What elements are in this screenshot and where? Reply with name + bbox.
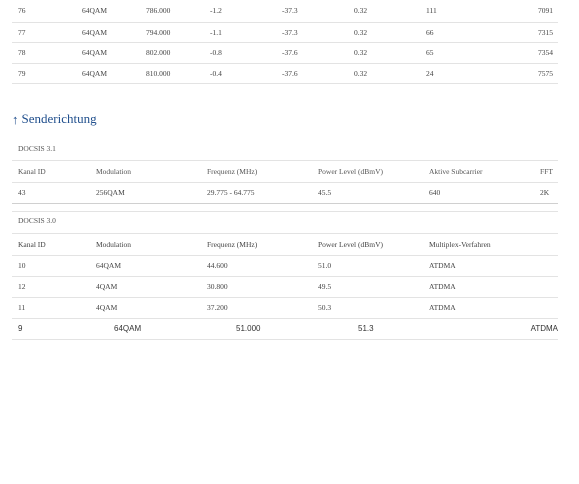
correctable-errors: 24 xyxy=(426,68,434,78)
column-header: Kanal ID xyxy=(18,239,46,249)
channel-id: 79 xyxy=(18,68,26,78)
uncorrectable-errors: 7575 xyxy=(538,68,553,78)
column-header: Aktive Subcarrier xyxy=(429,166,483,176)
column-header: Power Level (dBmV) xyxy=(318,239,383,249)
column-header: Power Level (dBmV) xyxy=(318,166,383,176)
power-level: -0.4 xyxy=(210,68,222,78)
modulation: 64QAM xyxy=(82,27,108,37)
table-row: 76 64QAM 786.000 -1.2 -37.3 0.32 111 709… xyxy=(12,0,558,22)
column-header: Frequenz (MHz) xyxy=(207,166,258,176)
power-level: 51.3 xyxy=(358,324,374,334)
latency: 0.32 xyxy=(354,48,368,58)
docsis31-block: DOCSIS 3.1 Kanal ID Modulation Frequenz … xyxy=(12,141,558,204)
table-row: 12 4QAM 30.800 49.5 ATDMA xyxy=(12,276,558,297)
column-header: Modulation xyxy=(96,166,131,176)
modulation: 64QAM xyxy=(82,68,108,78)
column-header: Modulation xyxy=(96,239,131,249)
section-title-text: Senderichtung xyxy=(21,111,97,126)
docsis30-label: DOCSIS 3.0 xyxy=(12,211,558,234)
modulation: 64QAM xyxy=(114,324,142,334)
mse: -37.3 xyxy=(282,6,298,16)
table-header-row: Kanal ID Modulation Frequenz (MHz) Power… xyxy=(12,161,558,182)
frequency: 786.000 xyxy=(146,6,171,16)
column-header: Frequenz (MHz) xyxy=(207,239,258,249)
mse: -37.6 xyxy=(282,68,298,78)
channel-id: 77 xyxy=(18,27,26,37)
modulation: 64QAM xyxy=(82,6,108,16)
frequency: 51.000 xyxy=(236,324,261,334)
modulation: 4QAM xyxy=(96,303,118,312)
table-row: 11 4QAM 37.200 50.3 ATDMA xyxy=(12,297,558,318)
docsis30-table: Kanal ID Modulation Frequenz (MHz) Power… xyxy=(12,234,558,319)
frequency: 29.775 - 64.775 xyxy=(207,188,255,197)
section-title: ↑ Senderichtung xyxy=(12,111,97,127)
power-level: -0.8 xyxy=(210,48,222,58)
fft: 2K xyxy=(540,188,550,197)
frequency: 37.200 xyxy=(207,303,228,312)
frequency: 810.000 xyxy=(146,68,171,78)
multiplex-method: ATDMA xyxy=(429,261,456,270)
correctable-errors: 65 xyxy=(426,48,434,58)
multiplex-method: ATDMA xyxy=(530,324,558,334)
power-level: -1.1 xyxy=(210,27,222,37)
table-header-row: Kanal ID Modulation Frequenz (MHz) Power… xyxy=(12,234,558,255)
correctable-errors: 111 xyxy=(426,6,437,16)
uncorrectable-errors: 7315 xyxy=(538,27,553,37)
active-subcarrier: 640 xyxy=(429,188,441,197)
column-header: Multiplex-Verfahren xyxy=(429,239,491,249)
correctable-errors: 66 xyxy=(426,27,434,37)
downstream-table-wrapper: 76 64QAM 786.000 -1.2 -37.3 0.32 111 709… xyxy=(12,0,558,84)
frequency: 44.600 xyxy=(207,261,228,270)
channel-id: 43 xyxy=(18,188,26,197)
power-level: 49.5 xyxy=(318,282,332,291)
downstream-table: 76 64QAM 786.000 -1.2 -37.3 0.32 111 709… xyxy=(12,0,558,84)
mse: -37.6 xyxy=(282,48,298,58)
modulation: 64QAM xyxy=(96,261,122,270)
table-row: 77 64QAM 794.000 -1.1 -37.3 0.32 66 7315 xyxy=(12,22,558,43)
table-row: 78 64QAM 802.000 -0.8 -37.6 0.32 65 7354 xyxy=(12,43,558,63)
frequency: 30.800 xyxy=(207,282,228,291)
latency: 0.32 xyxy=(354,6,368,16)
frequency: 802.000 xyxy=(146,48,171,58)
channel-id: 76 xyxy=(18,6,26,16)
docsis31-label: DOCSIS 3.1 xyxy=(12,141,558,161)
column-header: FFT xyxy=(540,166,553,176)
docsis30-block: DOCSIS 3.0 Kanal ID Modulation Frequenz … xyxy=(12,211,558,340)
multiplex-method: ATDMA xyxy=(429,303,456,312)
uncorrectable-errors: 7354 xyxy=(538,48,553,58)
mse: -37.3 xyxy=(282,27,298,37)
latency: 0.32 xyxy=(354,27,368,37)
power-level: 51.0 xyxy=(318,261,332,270)
channel-id: 9 xyxy=(18,324,23,334)
modulation: 4QAM xyxy=(96,282,118,291)
column-header: Kanal ID xyxy=(18,166,46,176)
table-row: 43 256QAM 29.775 - 64.775 45.5 640 2K xyxy=(12,182,558,203)
channel-id: 10 xyxy=(18,261,26,270)
table-row: 79 64QAM 810.000 -0.4 -37.6 0.32 24 7575 xyxy=(12,63,558,84)
channel-id: 78 xyxy=(18,48,26,58)
docsis31-table: Kanal ID Modulation Frequenz (MHz) Power… xyxy=(12,161,558,204)
modulation: 64QAM xyxy=(82,48,108,58)
arrow-up-icon: ↑ xyxy=(12,111,19,127)
latency: 0.32 xyxy=(354,68,368,78)
power-level: 50.3 xyxy=(318,303,332,312)
modulation: 256QAM xyxy=(96,188,125,197)
channel-id: 11 xyxy=(18,303,26,312)
frequency: 794.000 xyxy=(146,27,171,37)
docsis30-extra-row-table: 9 64QAM 51.000 51.3 ATDMA xyxy=(12,319,558,341)
table-row: 10 64QAM 44.600 51.0 ATDMA xyxy=(12,255,558,276)
table-row: 9 64QAM 51.000 51.3 ATDMA xyxy=(12,319,558,340)
uncorrectable-errors: 7091 xyxy=(538,6,553,16)
power-level: -1.2 xyxy=(210,6,222,16)
power-level: 45.5 xyxy=(318,188,332,197)
channel-id: 12 xyxy=(18,282,26,291)
multiplex-method: ATDMA xyxy=(429,282,456,291)
